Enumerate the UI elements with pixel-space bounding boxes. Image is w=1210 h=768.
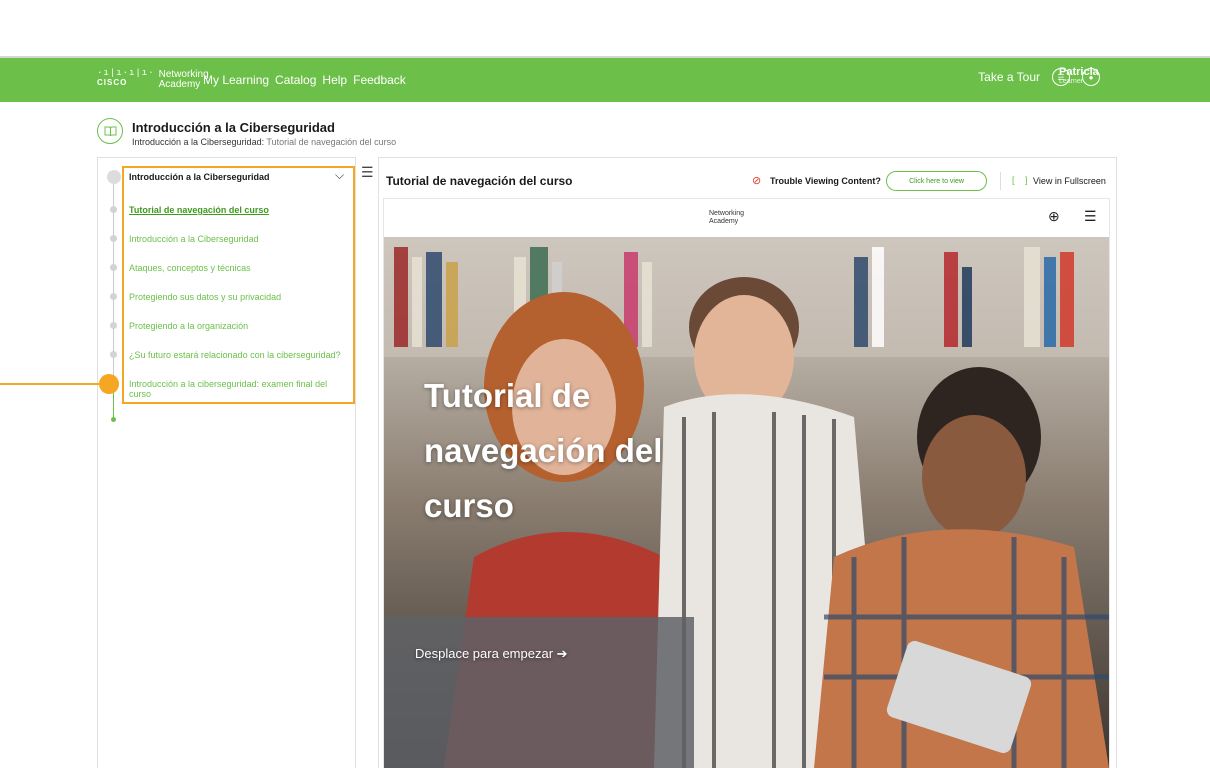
- eye-slash-icon: ⊘: [752, 175, 762, 187]
- chevron-down-icon[interactable]: ⌵: [335, 168, 344, 183]
- view-in-fullscreen-link[interactable]: View in Fullscreen: [1033, 176, 1106, 186]
- brand-line-2: Academy: [158, 79, 201, 90]
- inner-brand-line-1: Networking: [709, 210, 745, 217]
- cisco-networking-academy-logo[interactable]: ·ı|ı·ı|ı· CISCO Networking Academy: [97, 69, 209, 90]
- scroll-to-start-hint[interactable]: Desplace para empezar ➔: [415, 646, 568, 662]
- timeline-dot: [110, 235, 117, 242]
- list-icon[interactable]: ☰: [1084, 208, 1097, 225]
- globe-icon[interactable]: ⊕: [1048, 208, 1060, 225]
- course-header: Introducción a la Ciberseguridad Introdu…: [97, 118, 396, 147]
- main-nav: My Learning Catalog Help Feedback: [203, 73, 406, 87]
- menu-toggle-icon[interactable]: ☰: [361, 164, 374, 181]
- top-navigation-bar: ·ı|ı·ı|ı· CISCO Networking Academy My Le…: [0, 56, 1210, 102]
- outline-item-tutorial[interactable]: Tutorial de navegación del curso: [129, 205, 351, 215]
- hero-title-line-3: curso: [424, 487, 514, 524]
- breadcrumb-current: Tutorial de navegación del curso: [266, 137, 397, 147]
- click-here-to-view-button[interactable]: Click here to view: [886, 171, 987, 191]
- user-profile[interactable]: Patricia Learner: [1059, 66, 1099, 85]
- outline-item-attacks[interactable]: Ataques, conceptos y técnicas: [129, 263, 351, 273]
- outline-item-final-exam[interactable]: Introducción a la ciberseguridad: examen…: [129, 379, 351, 399]
- inner-brand-line-2: Academy: [709, 218, 739, 225]
- timeline-end-dot: [111, 417, 116, 422]
- inner-academy-logo: Networking Academy: [709, 210, 744, 226]
- nav-help[interactable]: Help: [322, 73, 347, 87]
- timeline-dot: [110, 293, 117, 300]
- breadcrumb-course[interactable]: Introducción a la Ciberseguridad:: [132, 137, 264, 147]
- breadcrumb: Introducción a la Ciberseguridad: Tutori…: [132, 137, 396, 147]
- content-title: Tutorial de navegación del curso: [386, 174, 573, 188]
- cisco-bridge-marks: ·ı|ı·ı|ı·: [97, 68, 155, 78]
- hero-title: Tutorial de navegación del curso: [424, 368, 714, 533]
- nav-feedback[interactable]: Feedback: [353, 73, 406, 87]
- outline-item-future[interactable]: ¿Su futuro estará relacionado con la cib…: [129, 350, 351, 360]
- user-name: Patricia: [1059, 66, 1099, 78]
- timeline-dot: [110, 351, 117, 358]
- course-title: Introducción a la Ciberseguridad: [132, 120, 335, 135]
- highlight-box: [122, 166, 355, 404]
- timeline-module-dot: [107, 170, 121, 184]
- cisco-wordmark: CISCO: [97, 78, 128, 87]
- timeline-dot: [110, 206, 117, 213]
- timeline-dot: [110, 322, 117, 329]
- outline-item-data-privacy[interactable]: Protegiendo sus datos y su privacidad: [129, 292, 351, 302]
- outline-item-intro[interactable]: Introducción a la Ciberseguridad: [129, 234, 351, 244]
- take-a-tour-link[interactable]: Take a Tour: [978, 70, 1040, 84]
- fullscreen-icon[interactable]: [ ]: [1012, 175, 1032, 185]
- nav-my-learning[interactable]: My Learning: [203, 73, 269, 87]
- hero-title-line-1: Tutorial de: [424, 377, 591, 414]
- module-header[interactable]: Introducción a la Ciberseguridad: [129, 172, 349, 182]
- trouble-viewing-label: Trouble Viewing Content?: [770, 176, 881, 186]
- outline-item-organization[interactable]: Protegiendo a la organización: [129, 321, 351, 331]
- toolbar-divider: [1000, 172, 1001, 190]
- callout-line: [0, 383, 101, 385]
- callout-marker: [99, 374, 119, 394]
- content-frame-header: [384, 199, 1109, 238]
- book-icon: [97, 118, 123, 144]
- hero-title-line-2: navegación del: [424, 432, 663, 469]
- nav-catalog[interactable]: Catalog: [275, 73, 316, 87]
- user-role: Learner: [1059, 78, 1084, 85]
- timeline-dot: [110, 264, 117, 271]
